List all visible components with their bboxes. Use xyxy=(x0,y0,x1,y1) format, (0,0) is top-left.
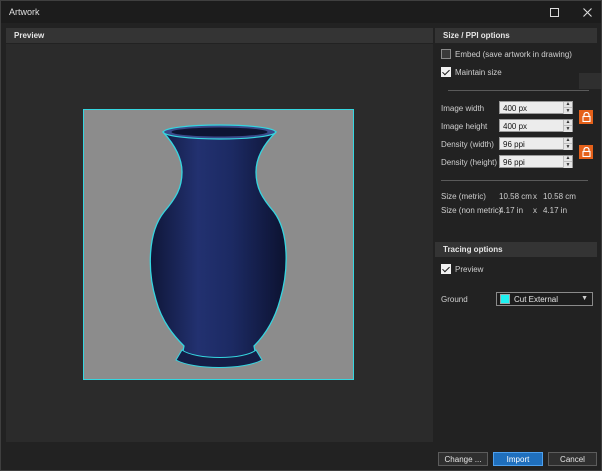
spin-down-icon[interactable]: ▼ xyxy=(563,144,572,150)
spin-down-icon[interactable]: ▼ xyxy=(563,108,572,114)
import-button-label: Import xyxy=(506,454,530,464)
preview-header-label: Preview xyxy=(14,31,45,40)
chevron-down-icon: ▼ xyxy=(581,295,588,302)
size-nonmetric-width: 4.17 in xyxy=(499,206,524,215)
scroll-handle[interactable] xyxy=(579,73,601,89)
maximize-button[interactable] xyxy=(545,4,563,20)
size-metric-label: Size (metric) xyxy=(441,192,486,201)
ground-select-value: Cut External xyxy=(514,294,559,304)
size-metric-height: 10.58 cm xyxy=(543,192,576,201)
preview-checkbox-label: Preview xyxy=(455,264,484,274)
image-width-label: Image width xyxy=(441,104,485,113)
image-width-value: 400 px xyxy=(503,104,528,113)
density-height-value: 96 ppi xyxy=(503,158,525,167)
ground-select[interactable]: Cut External ▼ xyxy=(496,292,593,306)
image-height-value: 400 px xyxy=(503,122,528,131)
divider xyxy=(448,90,589,91)
size-options-header-label: Size / PPI options xyxy=(443,31,510,40)
density-width-input[interactable]: 96 ppi ▲ ▼ xyxy=(499,137,573,150)
change-button[interactable]: Change ... xyxy=(438,452,488,466)
embed-checkbox[interactable] xyxy=(441,49,451,59)
preview-checkbox-row[interactable]: Preview xyxy=(441,264,483,274)
spin-down-icon[interactable]: ▼ xyxy=(563,126,572,132)
tracing-options-header: Tracing options xyxy=(435,242,597,257)
close-icon xyxy=(582,7,592,17)
preview-header: Preview xyxy=(6,28,433,43)
image-width-input[interactable]: 400 px ▲ ▼ xyxy=(499,101,573,114)
size-lock-button[interactable] xyxy=(579,110,593,124)
image-height-label: Image height xyxy=(441,122,488,131)
spin-down-icon[interactable]: ▼ xyxy=(563,162,572,168)
vase-image xyxy=(149,124,287,368)
artwork-dialog: Artwork Preview Size / PPI options Embed… xyxy=(0,0,602,471)
density-lock-button[interactable] xyxy=(579,145,593,159)
maximize-icon xyxy=(549,7,559,17)
image-height-input[interactable]: 400 px ▲ ▼ xyxy=(499,119,573,132)
density-height-label: Density (height) xyxy=(441,158,498,167)
size-options-header: Size / PPI options xyxy=(435,28,597,43)
tracing-options-header-label: Tracing options xyxy=(443,245,503,254)
artwork-canvas[interactable] xyxy=(83,109,354,380)
ground-color-swatch xyxy=(500,294,510,304)
size-metric-width: 10.58 cm xyxy=(499,192,532,201)
lock-icon xyxy=(581,112,591,122)
cancel-button[interactable]: Cancel xyxy=(548,452,597,466)
maintain-size-label: Maintain size xyxy=(455,67,502,77)
import-button[interactable]: Import xyxy=(493,452,543,466)
maintain-size-checkbox[interactable] xyxy=(441,67,451,77)
density-width-label: Density (width) xyxy=(441,140,494,149)
size-nonmetric-height: 4.17 in xyxy=(543,206,568,215)
preview-checkbox[interactable] xyxy=(441,264,451,274)
lock-icon xyxy=(581,147,591,157)
close-button[interactable] xyxy=(578,4,596,20)
embed-checkbox-row[interactable]: Embed (save artwork in drawing) xyxy=(441,49,572,59)
ground-label: Ground xyxy=(441,295,468,304)
title-bar: Artwork xyxy=(1,1,601,23)
size-nonmetric-label: Size (non metric) xyxy=(441,206,502,215)
window-title: Artwork xyxy=(9,7,40,17)
density-height-input[interactable]: 96 ppi ▲ ▼ xyxy=(499,155,573,168)
maintain-size-row[interactable]: Maintain size xyxy=(441,67,502,77)
size-metric-x: x xyxy=(533,192,537,201)
size-nonmetric-x: x xyxy=(533,206,537,215)
density-width-value: 96 ppi xyxy=(503,140,525,149)
change-button-label: Change ... xyxy=(444,454,482,464)
embed-checkbox-label: Embed (save artwork in drawing) xyxy=(455,49,572,59)
divider xyxy=(441,180,588,181)
cancel-button-label: Cancel xyxy=(560,454,585,464)
